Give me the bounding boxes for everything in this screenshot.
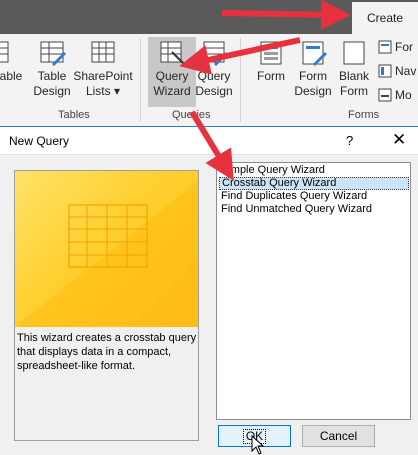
more-forms-label: Mo (395, 88, 412, 102)
blank-form-label-2: Form (340, 84, 368, 98)
wizard-preview: This wizard creates a crosstab query tha… (14, 170, 199, 441)
table-design-icon (40, 41, 66, 66)
dialog-title: New Query (9, 134, 70, 148)
wizard-list[interactable]: Simple Query Wizard Crosstab Query Wizar… (216, 162, 411, 420)
query-design-icon (203, 41, 228, 66)
form-design-icon (302, 41, 327, 66)
cancel-button-label: Cancel (319, 429, 358, 443)
table-design-label-2: Design (33, 84, 71, 98)
close-button[interactable]: ✕ (392, 130, 406, 150)
query-design-button[interactable]: Query Design (194, 40, 234, 99)
query-wizard-button[interactable]: Query Wizard (150, 40, 194, 99)
form-wizard-icon (378, 40, 392, 54)
form-button[interactable]: Form (252, 40, 290, 84)
crosstab-preview-image (15, 171, 198, 327)
tables-group-label: Tables (58, 109, 90, 121)
query-wizard-icon (160, 41, 186, 66)
sharepoint-label-1: SharePoint (73, 69, 133, 83)
more-forms-icon (378, 88, 392, 102)
cancel-button[interactable]: Cancel (302, 425, 375, 447)
ribbon: able Table Design SharePoint Lists ▾ Tab… (0, 34, 418, 126)
list-item-find-unmatched-query-wizard[interactable]: Find Unmatched Query Wizard (219, 203, 374, 216)
form-design-button[interactable]: Form Design (292, 40, 334, 99)
form-wizard-label: For (395, 40, 413, 54)
table-icon (0, 41, 9, 63)
query-wizard-label-1: Query (155, 69, 189, 83)
table-design-button[interactable]: Table Design (32, 40, 72, 99)
blank-form-button[interactable]: Blank Form (336, 40, 372, 99)
table-label: able (0, 69, 23, 83)
table-button[interactable]: able (0, 40, 24, 84)
sharepoint-lists-icon (91, 41, 115, 63)
queries-group-label: Queries (172, 109, 211, 121)
list-item-simple-query-wizard[interactable]: Simple Query Wizard (219, 164, 327, 177)
form-design-label-1: Form (299, 69, 327, 83)
form-label: Form (257, 69, 285, 83)
query-design-label-2: Design (195, 84, 233, 98)
wizard-description: This wizard creates a crosstab query tha… (17, 332, 197, 372)
table-design-label-1: Table (37, 69, 67, 83)
list-item-find-duplicates-query-wizard[interactable]: Find Duplicates Query Wizard (219, 190, 369, 203)
navigation-button[interactable]: Nav (378, 64, 416, 78)
list-item-crosstab-query-wizard[interactable]: Crosstab Query Wizard (219, 177, 409, 190)
mouse-cursor-icon (251, 435, 265, 455)
new-query-dialog: New Query ? ✕ This wizard creates a cros… (0, 126, 418, 455)
blank-form-label-1: Blank (338, 69, 370, 83)
group-separator (140, 38, 141, 122)
help-button[interactable]: ? (346, 133, 353, 148)
form-design-label-2: Design (294, 84, 332, 98)
more-forms-button[interactable]: Mo (378, 88, 412, 102)
tab-create[interactable]: Create (352, 2, 418, 34)
forms-group-label: Forms (348, 109, 380, 121)
sharepoint-label-2: Lists ▾ (85, 84, 121, 98)
sharepoint-lists-button[interactable]: SharePoint Lists ▾ (72, 40, 134, 99)
form-wizard-button[interactable]: For (378, 40, 413, 54)
crosstab-grid-graphic (15, 181, 198, 327)
navigation-label: Nav (395, 64, 417, 78)
navigation-icon (378, 64, 392, 78)
form-icon (260, 41, 282, 65)
blank-form-icon (343, 41, 365, 65)
dialog-titlebar: New Query ? ✕ (0, 126, 418, 155)
ribbon-tab-bar: Create (0, 0, 418, 34)
query-design-label-1: Query (197, 69, 231, 83)
query-wizard-label-2: Wizard (153, 84, 191, 98)
group-separator (240, 38, 241, 122)
